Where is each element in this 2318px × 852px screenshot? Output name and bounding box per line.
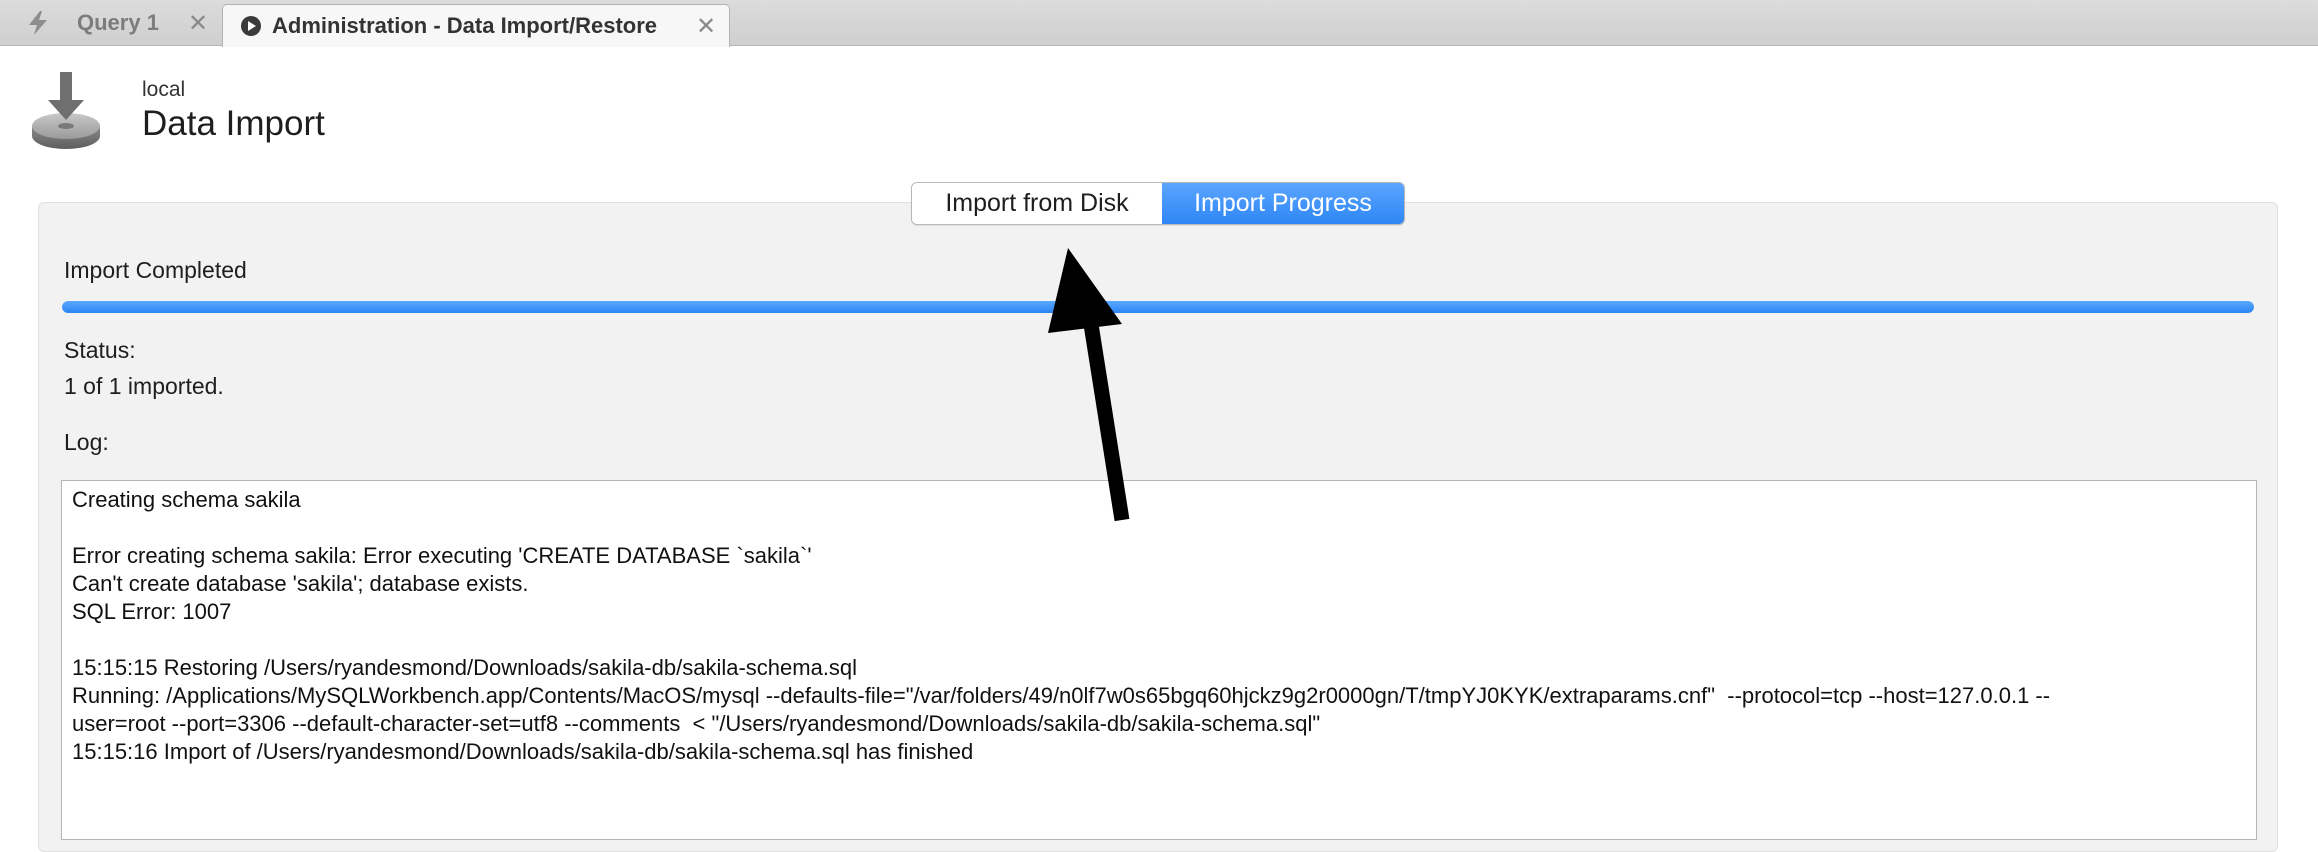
log-line: Running: /Applications/MySQLWorkbench.ap… <box>72 683 2051 708</box>
status-value: 1 of 1 imported. <box>64 373 224 399</box>
log-line: Creating schema sakila <box>72 487 301 512</box>
page-title: Data Import <box>142 104 325 143</box>
close-icon[interactable]: ✕ <box>696 12 716 41</box>
tab-label: Query 1 <box>77 10 159 35</box>
connection-name: local <box>142 78 186 101</box>
progress-bar <box>62 301 2254 313</box>
log-line: SQL Error: 1007 <box>72 599 232 624</box>
log-line: 15:15:15 Restoring /Users/ryandesmond/Do… <box>72 655 858 680</box>
log-line: Error creating schema sakila: Error exec… <box>72 543 812 568</box>
log-line: Can't create database 'sakila'; database… <box>72 571 529 596</box>
view-segmented-control: Import from Disk Import Progress <box>911 182 1405 225</box>
log-line: 15:15:16 Import of /Users/ryandesmond/Do… <box>72 739 974 764</box>
tab-label: Administration - Data Import/Restore <box>272 13 658 38</box>
tab-bar: Query 1 ✕ Administration - Data Import/R… <box>0 0 2318 47</box>
play-circle-icon <box>239 14 263 38</box>
progress-fill <box>62 301 2254 313</box>
log-line: user=root --port=3306 --default-characte… <box>72 711 1321 736</box>
tab-import-from-disk[interactable]: Import from Disk <box>912 183 1162 224</box>
log-output[interactable]: Creating schema sakila Error creating sch… <box>61 480 2257 840</box>
lightning-icon <box>26 11 50 35</box>
tab-import-progress[interactable]: Import Progress <box>1162 183 1404 224</box>
tab-data-import-restore[interactable]: Administration - Data Import/Restore ✕ <box>222 4 730 47</box>
close-icon[interactable]: ✕ <box>188 9 208 38</box>
tab-query-1[interactable]: Query 1 ✕ <box>0 0 222 46</box>
import-disk-icon <box>30 70 102 152</box>
progress-heading: Import Completed <box>64 257 247 283</box>
log-label: Log: <box>64 429 109 455</box>
status-label: Status: <box>64 337 136 363</box>
